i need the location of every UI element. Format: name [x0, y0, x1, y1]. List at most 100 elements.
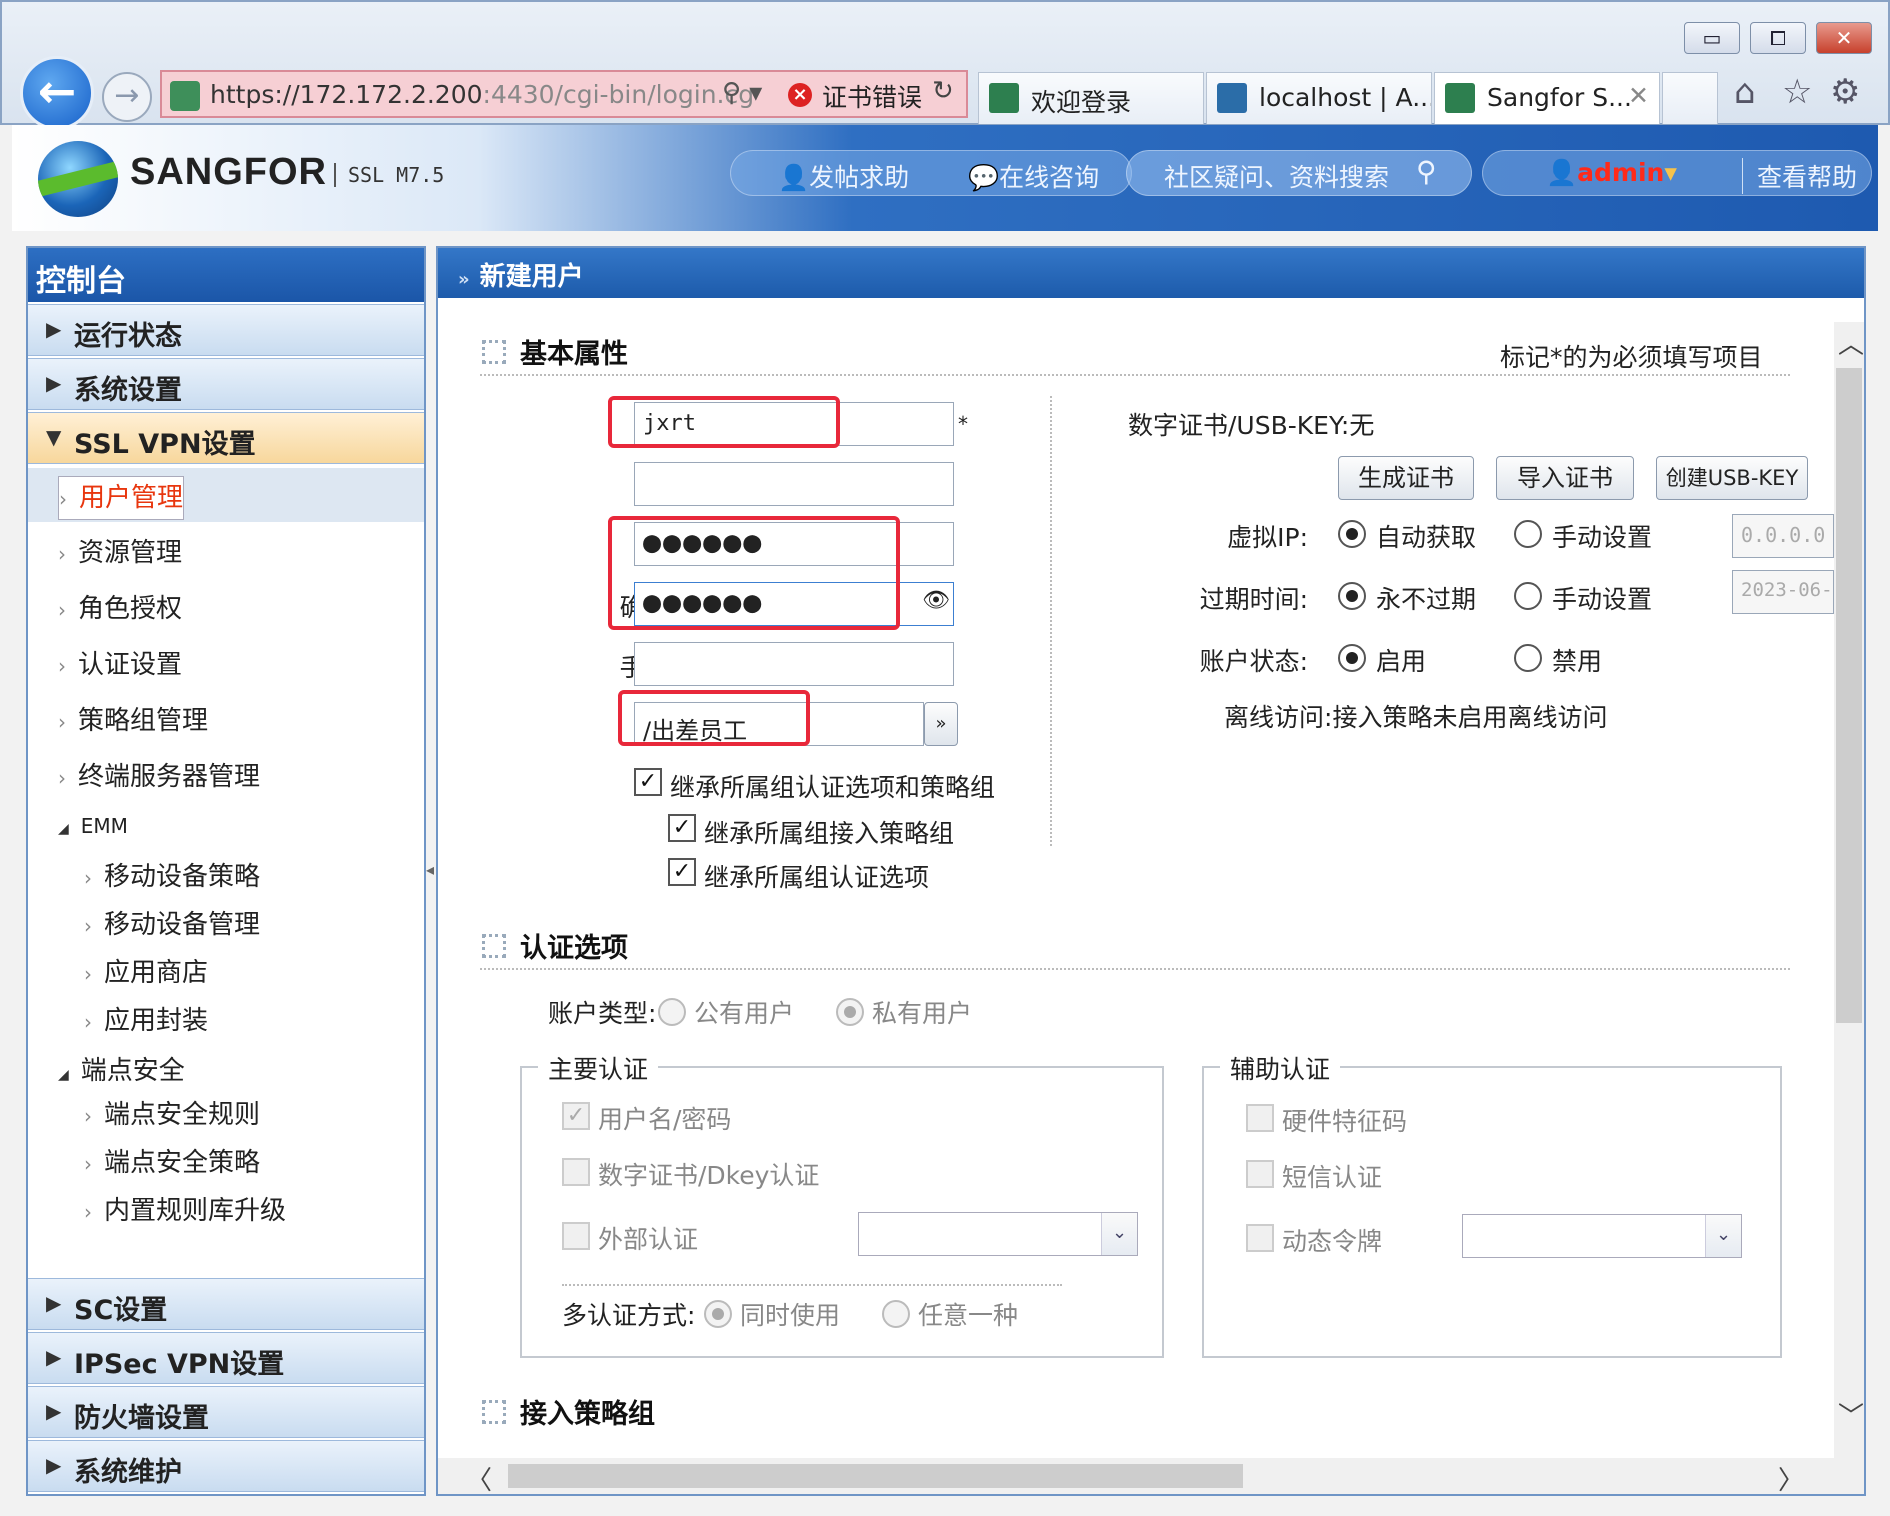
external-auth-checkbox[interactable] — [562, 1222, 590, 1250]
vip-input[interactable]: 0.0.0.0 — [1732, 514, 1834, 558]
vip-manual-radio[interactable] — [1514, 520, 1542, 548]
sidebar-item-role-authorization[interactable]: › 角色授权 — [58, 588, 182, 625]
sidebar-section-ssl-vpn[interactable]: ▼ SSL VPN设置 — [28, 412, 424, 464]
dynamic-token-checkbox[interactable] — [1246, 1224, 1274, 1252]
app-header: SANGFOR SSL M7.5 👤发帖求助 💬在线咨询 社区疑问、资料搜索 ⚲… — [12, 125, 1878, 231]
sidebar-section-firewall[interactable]: ▶ 防火墙设置 — [28, 1386, 424, 1438]
expire-manual-radio[interactable] — [1514, 582, 1542, 610]
sidebar-section-system-settings[interactable]: ▶ 系统设置 — [28, 358, 424, 410]
forward-button[interactable]: → — [102, 72, 152, 122]
tab-sangfor[interactable]: Sangfor S... ✕ — [1434, 72, 1660, 124]
offline-access: 离线访问:接入策略未启用离线访问 — [1224, 698, 1607, 734]
search-dropdown-icon[interactable]: ⚲ ▾ — [722, 78, 762, 108]
scroll-up-icon[interactable]: ︿ — [1838, 324, 1864, 361]
maximize-button[interactable]: ⧠ — [1750, 22, 1806, 54]
view-help-link[interactable]: 查看帮助 — [1742, 158, 1857, 194]
description-input[interactable] — [634, 462, 954, 506]
userpass-checkbox[interactable]: ✓ — [562, 1102, 590, 1130]
sidebar-item-user-management[interactable]: › 用户管理 — [58, 476, 185, 520]
horizontal-scroll-thumb[interactable] — [508, 1464, 1243, 1488]
expire-never-radio[interactable] — [1338, 582, 1366, 610]
status-disable-radio[interactable] — [1514, 644, 1542, 672]
scroll-right-icon[interactable]: 〉 — [1778, 1460, 1804, 1497]
account-type-label: 账户类型: — [548, 999, 657, 1028]
sidebar-item-resource-management[interactable]: › 资源管理 — [58, 532, 182, 569]
minimize-button[interactable]: ▭ — [1684, 22, 1740, 54]
tab-localhost[interactable]: localhost | A... — [1206, 72, 1432, 124]
home-icon[interactable]: ⌂ — [1734, 72, 1756, 112]
new-tab-button[interactable] — [1662, 72, 1718, 124]
cert-error-label[interactable]: 证书错误 — [822, 78, 922, 114]
favorites-star-icon[interactable]: ☆ — [1782, 72, 1812, 112]
dynamic-token-select[interactable]: ⌄ — [1462, 1214, 1742, 1258]
sidebar-item-endpoint-policy[interactable]: › 端点安全策略 — [84, 1142, 260, 1179]
inherit-auth-checkbox[interactable]: ✓ — [668, 858, 696, 886]
inherit-all-checkbox[interactable]: ✓ — [634, 768, 662, 796]
external-auth-select[interactable]: ⌄ — [858, 1212, 1138, 1256]
cert-value: 无 — [1349, 411, 1375, 440]
back-button[interactable]: ← — [20, 56, 94, 130]
expire-date-input[interactable]: 2023-06- — [1732, 570, 1834, 614]
scroll-left-icon[interactable]: 〈 — [466, 1460, 492, 1497]
multi-all-radio[interactable] — [704, 1300, 732, 1328]
sidebar-section-maintenance[interactable]: ▶ 系统维护 — [28, 1440, 424, 1492]
hardware-id-checkbox[interactable] — [1246, 1104, 1274, 1132]
tab-close-icon[interactable]: ✕ — [1628, 81, 1649, 110]
address-bar[interactable]: https://172.172.2.200:4430/cgi-bin/login… — [160, 70, 968, 118]
close-window-button[interactable]: ✕ — [1816, 22, 1872, 54]
create-usbkey-button[interactable]: 创建USB-KEY — [1656, 456, 1808, 500]
acct-private-radio[interactable] — [836, 998, 864, 1026]
tab-favicon-icon — [989, 83, 1019, 113]
search-icon[interactable]: ⚲ — [1416, 155, 1437, 188]
sidebar-splitter-handle[interactable]: ◂ — [426, 860, 434, 900]
browser-chrome: ▭ ⧠ ✕ ← → https://172.172.2.200:4430/cgi… — [0, 0, 1890, 130]
sidebar-group-endpoint-security[interactable]: ◢ 端点安全 — [58, 1050, 185, 1087]
multi-any-radio[interactable] — [882, 1300, 910, 1328]
tab-label: Sangfor S... — [1487, 83, 1632, 112]
admin-user-menu[interactable]: 👤admin▾ — [1546, 158, 1677, 188]
chevron-right-icon: › — [84, 914, 92, 938]
sidebar-item-app-wrap[interactable]: › 应用封装 — [84, 1000, 208, 1037]
scroll-down-icon[interactable]: ﹀ — [1838, 1396, 1864, 1433]
sidebar-item-endpoint-rules[interactable]: › 端点安全规则 — [84, 1094, 260, 1131]
import-cert-button[interactable]: 导入证书 — [1496, 456, 1634, 500]
vertical-scroll-thumb[interactable] — [1836, 368, 1862, 1023]
online-consult-link[interactable]: 💬在线咨询 — [968, 158, 1099, 194]
vip-auto-radio[interactable] — [1338, 520, 1366, 548]
sidebar-section-status[interactable]: ▶ 运行状态 — [28, 304, 424, 356]
select-group-button[interactable]: » — [924, 702, 958, 746]
sidebar-group-emm[interactable]: ◢ EMM — [58, 814, 128, 838]
highlight-password — [608, 516, 900, 630]
sidebar-item-policy-group[interactable]: › 策略组管理 — [58, 700, 208, 737]
sms-auth-checkbox[interactable] — [1246, 1160, 1274, 1188]
sidebar-item-mobile-policy[interactable]: › 移动设备策略 — [84, 856, 260, 893]
chevron-right-icon: › — [84, 1104, 92, 1128]
community-search-link[interactable]: 社区疑问、资料搜索 — [1164, 158, 1389, 194]
chevron-right-icon: › — [58, 542, 66, 566]
sidebar-item-app-store[interactable]: › 应用商店 — [84, 952, 208, 989]
inherit-all-label: 继承所属组认证选项和策略组 — [670, 773, 996, 802]
item-label: 角色授权 — [78, 594, 183, 624]
sidebar-section-sc[interactable]: ▶ SC设置 — [28, 1278, 424, 1330]
sidebar-item-terminal-server[interactable]: › 终端服务器管理 — [58, 756, 260, 793]
show-password-eye-icon[interactable]: 👁 — [922, 588, 950, 613]
sidebar-item-rule-upgrade[interactable]: › 内置规则库升级 — [84, 1190, 286, 1227]
refresh-icon[interactable]: ↻ — [932, 76, 954, 106]
sidebar-item-auth-settings[interactable]: › 认证设置 — [58, 644, 182, 681]
sidebar-item-mobile-management[interactable]: › 移动设备管理 — [84, 904, 260, 941]
phone-input[interactable] — [634, 642, 954, 686]
cert-error-icon[interactable]: × — [788, 83, 812, 107]
cert-auth-checkbox[interactable] — [562, 1158, 590, 1186]
sms-auth-label: 短信认证 — [1282, 1163, 1383, 1192]
acct-public-radio[interactable] — [658, 998, 686, 1026]
inherit-access-checkbox[interactable]: ✓ — [668, 814, 696, 842]
sidebar-section-ipsec[interactable]: ▶ IPSec VPN设置 — [28, 1332, 424, 1384]
settings-gear-icon[interactable]: ⚙ — [1830, 72, 1860, 112]
post-help-link[interactable]: 👤发帖求助 — [778, 158, 909, 194]
tab-welcome[interactable]: 欢迎登录 — [978, 72, 1204, 124]
required-note: 标记*的为必须填写项目 — [1500, 343, 1763, 372]
address-url[interactable]: https://172.172.2.200:4430/cgi-bin/login… — [210, 80, 754, 109]
generate-cert-button[interactable]: 生成证书 — [1338, 456, 1474, 500]
item-label: 移动设备策略 — [104, 862, 261, 892]
status-enable-radio[interactable] — [1338, 644, 1366, 672]
